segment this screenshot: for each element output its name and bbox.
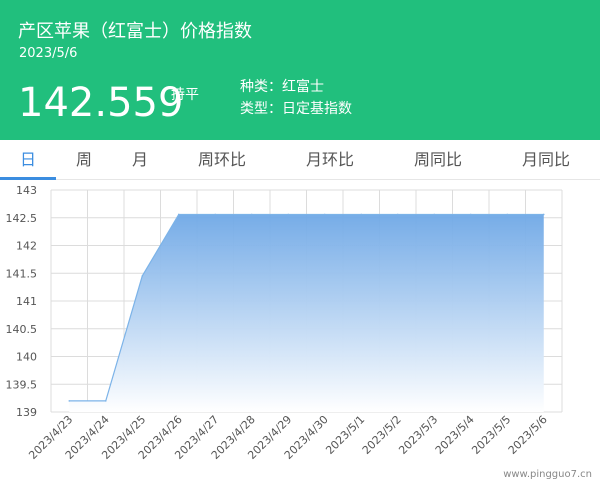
data-point — [214, 213, 217, 216]
y-tick-label: 142.5 — [6, 212, 38, 225]
x-tick-label: 2023/5/1 — [323, 413, 367, 457]
data-point — [104, 400, 107, 402]
x-tick-label: 2023/5/2 — [360, 413, 404, 457]
trend-label: 持平 — [171, 87, 199, 103]
tab-day[interactable]: 日 — [0, 140, 56, 180]
series-area — [69, 214, 544, 412]
date-label: 2023/5/6 — [19, 46, 78, 61]
y-tick-label: 142 — [16, 240, 37, 253]
price-index-chart: 139 139.5 140 140.5 141 141.5 142 142.5 143 2023/… — [6, 184, 563, 462]
data-point — [433, 213, 436, 216]
y-tick-label: 139 — [16, 406, 37, 419]
tab-week-year-on-year[interactable]: 周同比 — [398, 140, 478, 180]
price-value: 142.559 — [18, 80, 184, 126]
data-point — [68, 400, 71, 402]
data-point — [469, 213, 472, 216]
category-label: 种类：红富士 — [240, 79, 324, 95]
y-tick-label: 143 — [16, 184, 37, 197]
x-tick-label: 2023/5/3 — [396, 413, 440, 457]
x-tick-label: 2023/5/6 — [506, 413, 550, 457]
period-tabs: 日 周 月 周环比 月环比 周同比 月同比 — [0, 140, 600, 180]
page-title: 产区苹果（红富士）价格指数 — [18, 21, 252, 42]
tab-week[interactable]: 周 — [62, 140, 106, 180]
x-tick-label: 2023/5/5 — [469, 413, 513, 457]
data-point — [177, 213, 180, 216]
data-point — [360, 213, 363, 216]
data-point — [250, 213, 253, 216]
data-point — [542, 213, 545, 216]
data-point — [323, 213, 326, 216]
y-tick-label: 141 — [16, 295, 37, 308]
x-tick-label: 2023/5/4 — [433, 413, 477, 457]
data-point — [396, 213, 399, 216]
type-label: 类型：日定基指数 — [240, 101, 352, 117]
y-tick-label: 141.5 — [6, 267, 38, 280]
y-tick-label: 140 — [16, 351, 37, 364]
tab-month-year-on-year[interactable]: 月同比 — [506, 140, 586, 180]
y-tick-label: 139.5 — [6, 378, 38, 391]
data-point — [506, 213, 509, 216]
data-point — [141, 275, 144, 277]
header-banner: 产区苹果（红富士）价格指数 2023/5/6 142.559 持平 种类：红富士… — [0, 0, 600, 140]
y-tick-label: 140.5 — [6, 323, 38, 336]
watermark: www.pingguo7.cn — [503, 469, 592, 480]
tab-month-on-month[interactable]: 月环比 — [290, 140, 370, 180]
tab-month[interactable]: 月 — [118, 140, 162, 180]
data-point — [287, 213, 290, 216]
tab-week-on-week[interactable]: 周环比 — [182, 140, 262, 180]
